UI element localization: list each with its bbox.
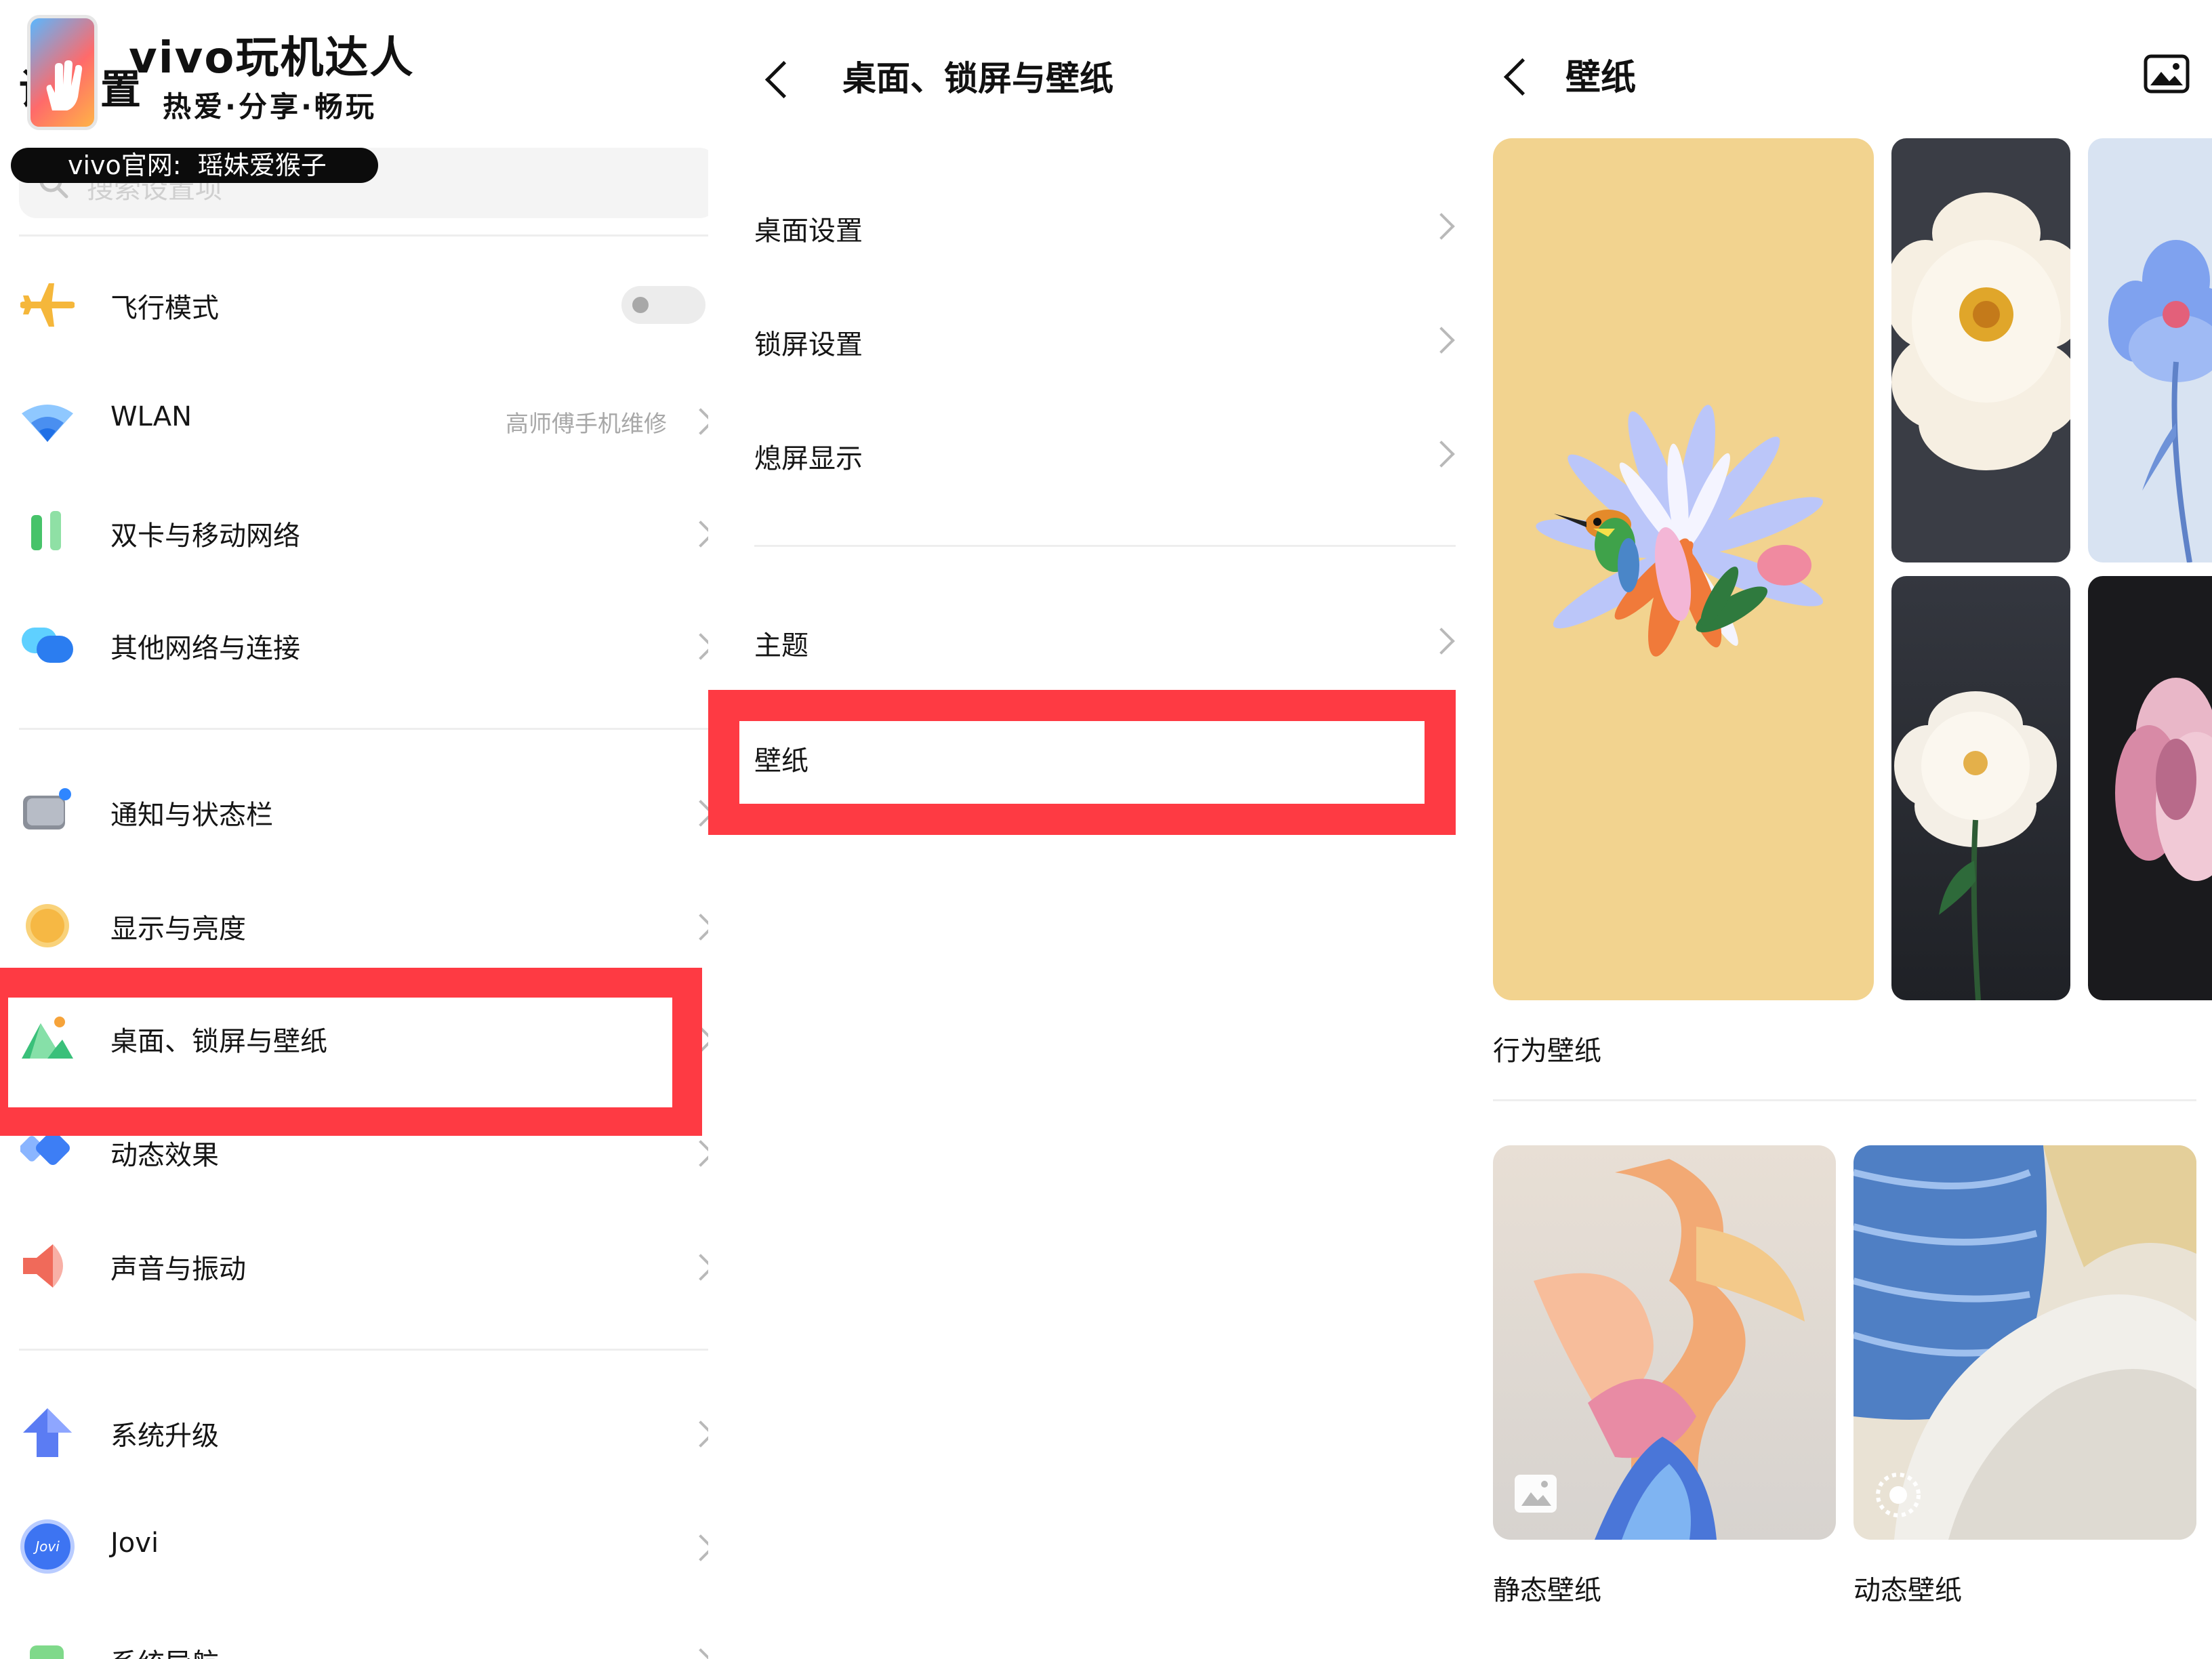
menu-item-label: 熄屏显示	[754, 443, 863, 474]
settings-item-label: 通知与状态栏	[110, 800, 273, 831]
peony-white-image	[1891, 192, 2070, 470]
desktop-settings-item[interactable]: 桌面设置	[708, 182, 1460, 270]
divider	[754, 545, 1456, 547]
divider	[19, 234, 717, 237]
toggle-knob	[632, 297, 649, 313]
lockscreen-settings-item[interactable]: 锁屏设置	[708, 295, 1460, 384]
settings-item-label: WLAN	[110, 401, 192, 432]
watermark-brand: vivo玩机达人	[129, 33, 415, 83]
always-on-display-item[interactable]: 熄屏显示	[708, 409, 1460, 497]
wallpaper-panel: 壁纸 行为壁纸 静态壁纸 动态壁纸	[1460, 0, 2212, 1659]
live-wallpaper-icon	[1876, 1473, 1921, 1517]
settings-item-label: 系统升级	[110, 1420, 219, 1452]
page-title: 桌面、锁屏与壁纸	[842, 59, 1113, 98]
settings-item-mobile-network[interactable]: 双卡与移动网络	[0, 476, 718, 590]
behavior-wallpaper-thumbnail[interactable]	[1493, 138, 1874, 1000]
notification-icon	[23, 788, 71, 830]
navigation-icon	[30, 1645, 64, 1659]
chevron-right-icon	[1428, 441, 1455, 468]
chevron-right-icon	[1428, 628, 1455, 655]
image-icon	[1515, 1475, 1557, 1513]
behavior-wallpaper-label: 行为壁纸	[1493, 1036, 1601, 1067]
settings-item-label: 系统导航	[110, 1641, 219, 1659]
watermark-slogan: 热爱·分享·畅玩	[163, 90, 377, 123]
chevron-right-icon	[1428, 213, 1455, 240]
white-peony-dark-wallpaper-thumbnail[interactable]	[1891, 576, 2070, 1000]
pink-flower-image	[2115, 678, 2212, 881]
dynamic-wallpaper-thumbnail[interactable]	[1853, 1145, 2196, 1540]
settings-item-system-navigation[interactable]: 系统导航	[0, 1603, 718, 1659]
gallery-icon[interactable]	[2144, 54, 2190, 94]
settings-item-label: 动态效果	[110, 1140, 219, 1171]
static-wallpaper-label: 静态壁纸	[1493, 1575, 1601, 1606]
watermark-official: vivo官网: 瑶妹爱猴子	[11, 148, 378, 183]
jovi-icon-text: Jovi	[35, 1538, 60, 1555]
static-wallpaper-thumbnail[interactable]	[1493, 1145, 1836, 1540]
airplane-toggle[interactable]	[621, 286, 705, 324]
chevron-right-icon	[1428, 327, 1455, 354]
menu-item-label: 桌面设置	[754, 216, 863, 247]
hand-icon	[46, 60, 83, 110]
watermark-logo	[27, 15, 98, 130]
settings-item-sound-vibration[interactable]: 声音与振动	[0, 1209, 718, 1323]
peony-wallpaper-thumbnail[interactable]	[1891, 138, 2070, 562]
settings-panel: 设置 搜索设置项 飞行模式 WLAN 高师傅手机维修 双卡与移动网络 其他网络与…	[0, 0, 718, 1659]
brightness-icon	[26, 904, 69, 947]
settings-item-label: 飞行模式	[110, 293, 219, 324]
white-peony-dark-image	[1894, 691, 2057, 1000]
settings-item-label: 显示与亮度	[110, 914, 246, 945]
mobile-network-icon	[31, 511, 61, 550]
settings-item-label: 双卡与移动网络	[110, 520, 300, 552]
settings-item-jovi[interactable]: Jovi Jovi	[0, 1490, 718, 1603]
airplane-icon	[20, 283, 75, 327]
settings-item-label: 其他网络与连接	[110, 633, 300, 664]
dynamic-wallpaper-label: 动态壁纸	[1853, 1575, 1962, 1606]
jovi-icon: Jovi	[20, 1519, 75, 1574]
divider	[1493, 1099, 2196, 1101]
blue-flower-wallpaper-thumbnail[interactable]	[2088, 138, 2212, 562]
back-arrow-icon[interactable]	[764, 60, 803, 99]
wlan-network-name: 高师傅手机维修	[506, 411, 667, 438]
theme-item[interactable]: 主题	[708, 596, 1460, 684]
speaker-icon	[23, 1244, 63, 1288]
settings-item-airplane-mode[interactable]: 飞行模式	[0, 248, 718, 362]
wifi-icon	[22, 405, 73, 442]
watermark: vivo玩机达人 热爱·分享·畅玩 vivo官网: 瑶妹爱猴子	[0, 0, 474, 190]
blue-flower-image	[2108, 240, 2212, 562]
menu-item-label: 锁屏设置	[754, 329, 863, 361]
highlight-box	[708, 690, 1456, 835]
connections-icon	[22, 628, 73, 663]
page-title: 壁纸	[1565, 58, 1637, 98]
bird-flower-image	[1536, 405, 1824, 657]
settings-item-label: Jovi	[110, 1528, 159, 1559]
settings-item-notifications[interactable]: 通知与状态栏	[0, 755, 718, 869]
settings-item-wlan[interactable]: WLAN 高师傅手机维修	[0, 363, 718, 477]
divider	[19, 728, 717, 730]
settings-item-display-brightness[interactable]: 显示与亮度	[0, 869, 718, 983]
pink-flower-dark-wallpaper-thumbnail[interactable]	[2088, 576, 2212, 1000]
highlight-box	[0, 968, 702, 1136]
divider	[19, 1349, 717, 1351]
settings-item-other-connections[interactable]: 其他网络与连接	[0, 588, 718, 702]
settings-item-label: 声音与振动	[110, 1254, 246, 1285]
upgrade-arrow-icon	[23, 1408, 72, 1457]
settings-item-system-upgrade[interactable]: 系统升级	[0, 1376, 718, 1490]
back-arrow-icon[interactable]	[1503, 58, 1542, 96]
menu-item-label: 主题	[754, 630, 808, 661]
